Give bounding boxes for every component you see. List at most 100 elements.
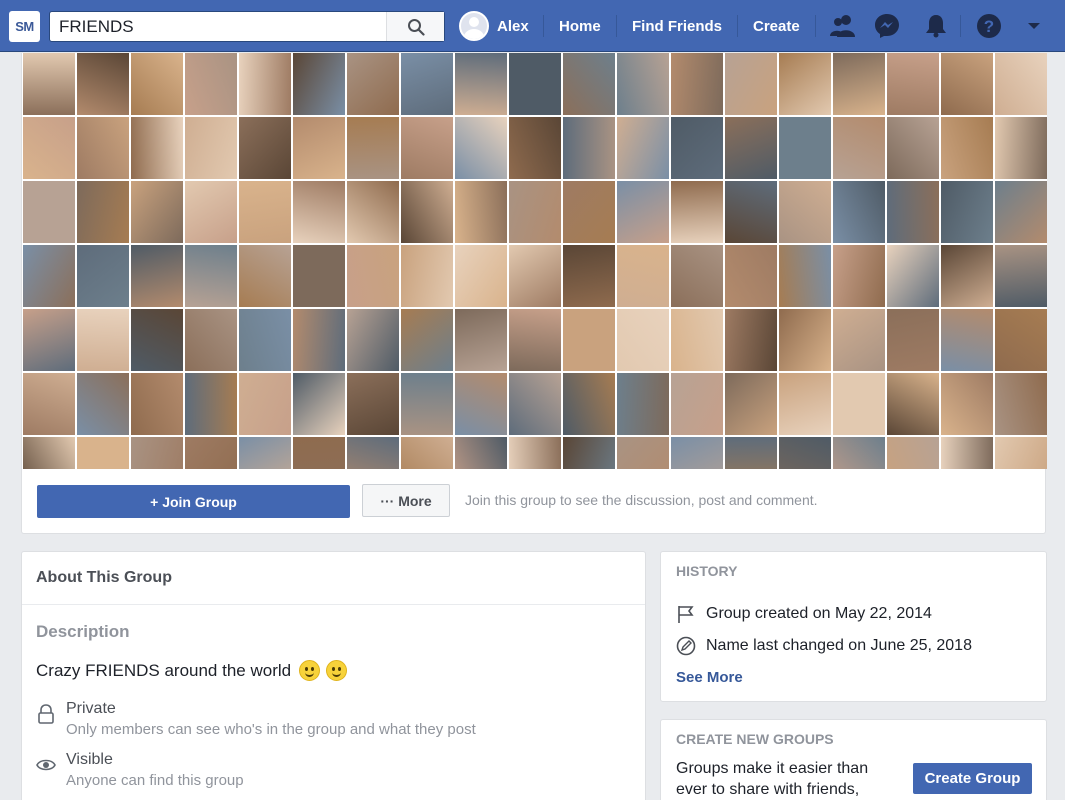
member-photo[interactable] — [185, 117, 237, 179]
member-photo[interactable] — [941, 309, 993, 371]
notifications-button[interactable] — [922, 12, 950, 40]
member-photo[interactable] — [509, 181, 561, 243]
member-photo[interactable] — [671, 309, 723, 371]
member-photo[interactable] — [455, 437, 507, 469]
member-photo[interactable] — [941, 117, 993, 179]
member-photo[interactable] — [509, 53, 561, 115]
search-input[interactable] — [50, 12, 386, 41]
member-photo[interactable] — [563, 181, 615, 243]
member-photo[interactable] — [725, 309, 777, 371]
member-photo[interactable] — [347, 245, 399, 307]
member-photo[interactable] — [833, 245, 885, 307]
member-photo[interactable] — [185, 181, 237, 243]
member-photo[interactable] — [401, 53, 453, 115]
member-photo[interactable] — [887, 437, 939, 469]
member-photo[interactable] — [779, 181, 831, 243]
messages-button[interactable] — [873, 12, 901, 40]
member-photo[interactable] — [995, 117, 1047, 179]
member-photo[interactable] — [185, 373, 237, 435]
member-photo[interactable] — [239, 117, 291, 179]
member-photo[interactable] — [779, 245, 831, 307]
member-photo[interactable] — [77, 437, 129, 469]
member-photo[interactable] — [887, 373, 939, 435]
member-photo[interactable] — [23, 309, 75, 371]
friend-requests-button[interactable] — [829, 12, 857, 40]
site-logo[interactable]: SM — [9, 11, 40, 42]
member-photo[interactable] — [779, 309, 831, 371]
member-photo[interactable] — [23, 181, 75, 243]
member-photo[interactable] — [671, 53, 723, 115]
member-photo[interactable] — [401, 117, 453, 179]
member-photo[interactable] — [779, 437, 831, 469]
member-photo[interactable] — [887, 117, 939, 179]
member-photo[interactable] — [77, 117, 129, 179]
member-photo[interactable] — [563, 53, 615, 115]
member-photo[interactable] — [941, 53, 993, 115]
member-photo[interactable] — [671, 373, 723, 435]
member-photo[interactable] — [995, 245, 1047, 307]
member-photo[interactable] — [995, 373, 1047, 435]
member-photo[interactable] — [185, 53, 237, 115]
member-photo[interactable] — [239, 437, 291, 469]
member-photo[interactable] — [77, 245, 129, 307]
member-photo[interactable] — [293, 117, 345, 179]
member-photo[interactable] — [131, 53, 183, 115]
member-photo[interactable] — [833, 373, 885, 435]
member-photo[interactable] — [401, 181, 453, 243]
member-photo[interactable] — [131, 309, 183, 371]
member-photo[interactable] — [455, 181, 507, 243]
member-photo[interactable] — [995, 437, 1047, 469]
member-photo[interactable] — [995, 181, 1047, 243]
member-photo[interactable] — [347, 53, 399, 115]
member-photo[interactable] — [509, 373, 561, 435]
member-photo[interactable] — [671, 181, 723, 243]
member-photo[interactable] — [995, 309, 1047, 371]
member-photo[interactable] — [347, 437, 399, 469]
member-photo[interactable] — [77, 53, 129, 115]
member-photo[interactable] — [23, 53, 75, 115]
member-photo[interactable] — [617, 437, 669, 469]
see-more-link[interactable]: See More — [676, 669, 743, 686]
member-photo[interactable] — [833, 309, 885, 371]
member-photo[interactable] — [239, 245, 291, 307]
nav-create[interactable]: Create — [753, 0, 800, 52]
member-photo[interactable] — [347, 373, 399, 435]
member-photo[interactable] — [671, 117, 723, 179]
member-photo[interactable] — [617, 53, 669, 115]
member-photo[interactable] — [293, 309, 345, 371]
member-photo[interactable] — [293, 181, 345, 243]
member-photo[interactable] — [725, 245, 777, 307]
nav-find-friends[interactable]: Find Friends — [632, 0, 722, 52]
member-photo[interactable] — [833, 437, 885, 469]
member-photo[interactable] — [563, 309, 615, 371]
member-photo[interactable] — [23, 117, 75, 179]
member-photo[interactable] — [617, 181, 669, 243]
member-photo[interactable] — [347, 309, 399, 371]
create-group-button[interactable]: Create Group — [913, 763, 1032, 794]
member-photo[interactable] — [563, 373, 615, 435]
account-menu-button[interactable] — [1020, 12, 1048, 40]
member-photo[interactable] — [509, 117, 561, 179]
member-photo[interactable] — [239, 181, 291, 243]
member-photo[interactable] — [131, 181, 183, 243]
member-photo[interactable] — [725, 53, 777, 115]
member-photo[interactable] — [401, 437, 453, 469]
member-photo[interactable] — [185, 309, 237, 371]
member-photo[interactable] — [455, 53, 507, 115]
member-photo[interactable] — [941, 181, 993, 243]
member-photo[interactable] — [293, 437, 345, 469]
member-photo[interactable] — [995, 53, 1047, 115]
member-photo[interactable] — [131, 117, 183, 179]
member-photo[interactable] — [347, 181, 399, 243]
nav-home[interactable]: Home — [559, 0, 601, 52]
member-photo[interactable] — [185, 245, 237, 307]
member-photo[interactable] — [77, 309, 129, 371]
join-group-button[interactable]: + Join Group — [37, 485, 350, 518]
member-photo[interactable] — [563, 117, 615, 179]
member-photo[interactable] — [617, 245, 669, 307]
member-photo[interactable] — [887, 245, 939, 307]
member-photo[interactable] — [401, 309, 453, 371]
member-photo[interactable] — [941, 245, 993, 307]
more-button[interactable]: ··· More — [362, 484, 450, 517]
member-photo[interactable] — [509, 245, 561, 307]
